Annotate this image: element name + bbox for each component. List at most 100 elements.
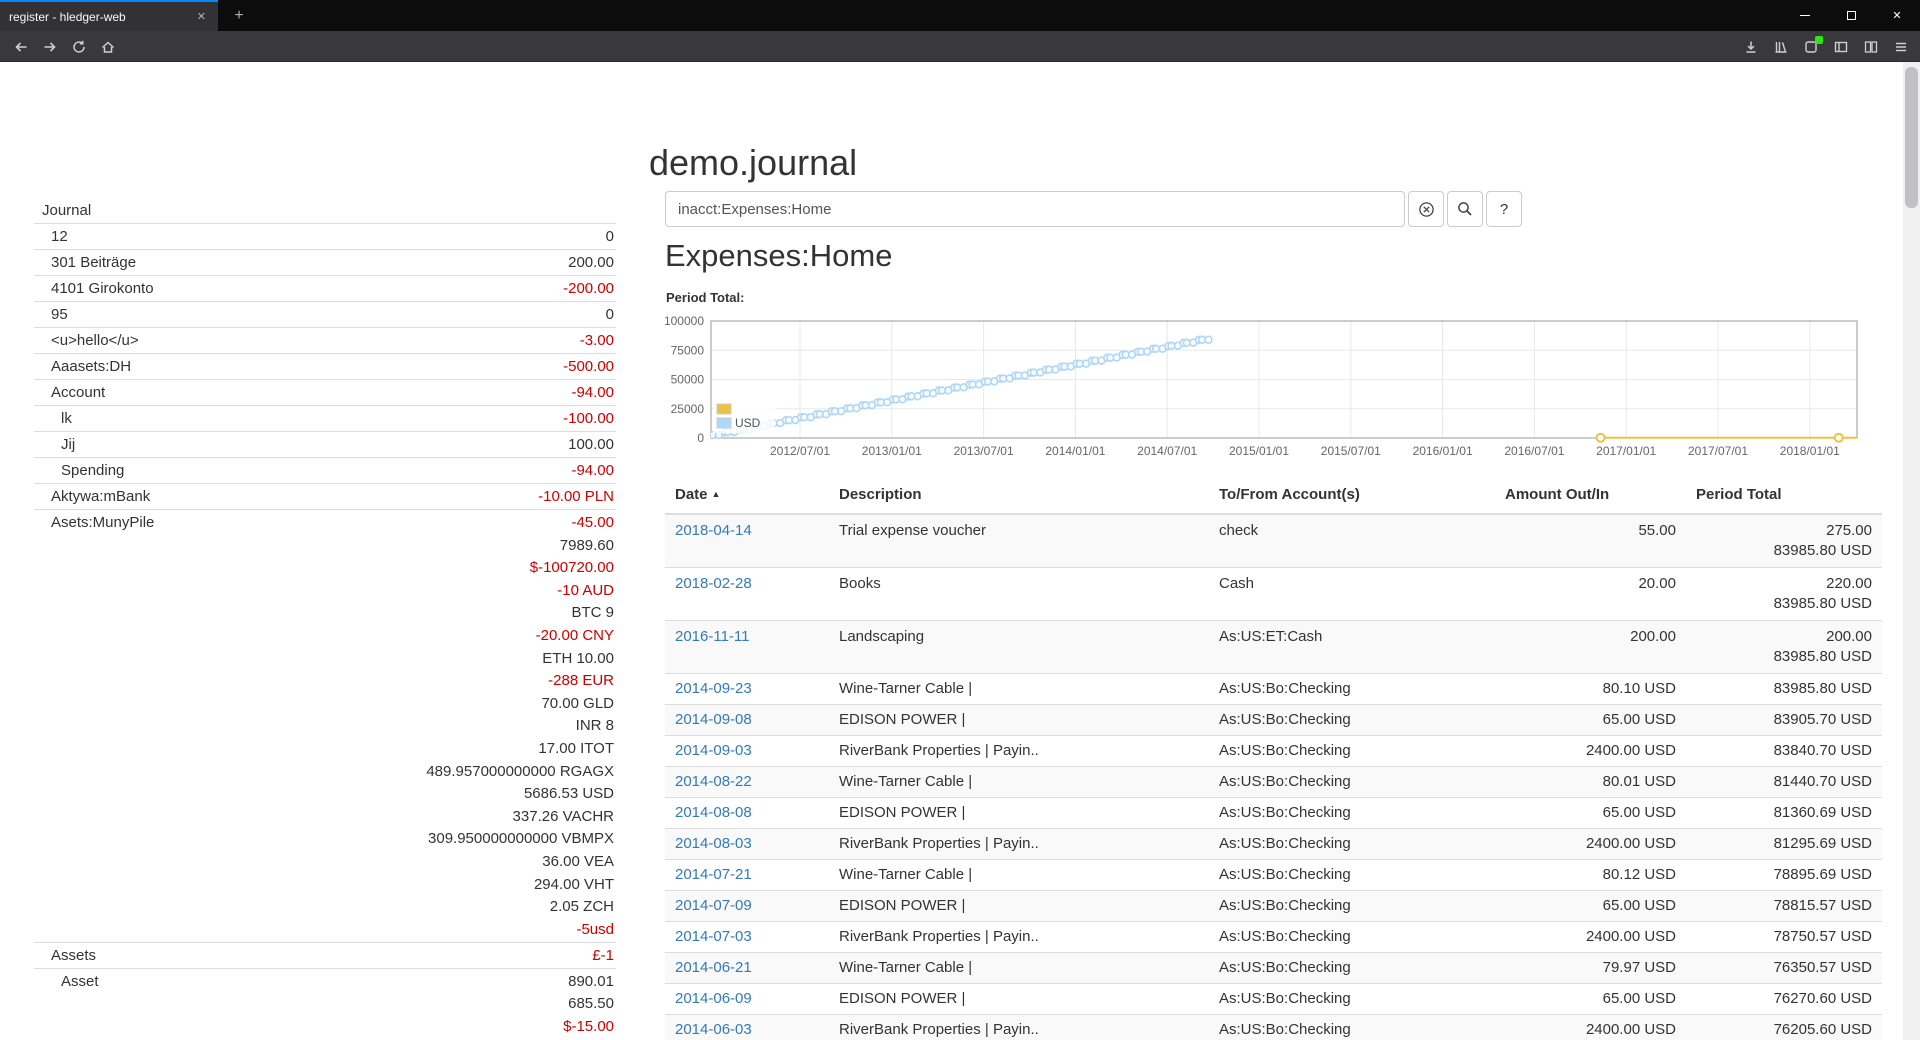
sidebar-account-row: Account-94.00	[34, 379, 616, 405]
register-row[interactable]: 2014-06-21Wine-Tarner Cable |As:US:Bo:Ch…	[665, 953, 1882, 984]
home-button[interactable]	[93, 34, 122, 60]
sidebar-account-row: Assets£-1	[34, 942, 616, 968]
amount-cell: 65.00 USD	[1495, 705, 1686, 736]
register-row[interactable]: 2018-04-14Trial expense vouchercheck55.0…	[665, 514, 1882, 568]
account-link[interactable]: Asset	[34, 972, 99, 1040]
search-submit-button[interactable]	[1447, 191, 1483, 227]
register-row[interactable]: 2014-09-08EDISON POWER |As:US:Bo:Checkin…	[665, 705, 1882, 736]
column-header-account[interactable]: To/From Account(s)	[1209, 476, 1495, 514]
sidebar-toggle-button[interactable]	[1832, 38, 1850, 55]
browser-tab[interactable]: register - hledger-web ✕	[0, 0, 218, 31]
transaction-date-link[interactable]: 2014-06-03	[675, 1021, 752, 1038]
transaction-date-link[interactable]: 2014-08-03	[675, 835, 752, 852]
column-header-description[interactable]: Description	[829, 476, 1209, 514]
account-link[interactable]: 301 Beiträge	[34, 253, 136, 273]
column-header-amount[interactable]: Amount Out/In	[1495, 476, 1686, 514]
page-scrollbar[interactable]	[1903, 62, 1920, 1040]
date-cell: 2016-11-11	[665, 621, 829, 674]
clear-query-button[interactable]	[1408, 191, 1444, 227]
account-link[interactable]: <u>hello</u>	[34, 331, 139, 351]
scrollbar-thumb[interactable]	[1905, 67, 1918, 208]
account-cell: As:US:Bo:Checking	[1209, 674, 1495, 705]
account-link[interactable]: 4101 Girokonto	[34, 279, 154, 299]
transaction-date-link[interactable]: 2014-08-22	[675, 773, 752, 790]
reload-button[interactable]	[64, 34, 93, 60]
description-cell: Books	[829, 568, 1209, 621]
register-row[interactable]: 2014-06-09EDISON POWER |As:US:Bo:Checkin…	[665, 984, 1882, 1015]
menu-button[interactable]	[1892, 38, 1910, 55]
register-row[interactable]: 2014-07-09EDISON POWER |As:US:Bo:Checkin…	[665, 891, 1882, 922]
minimize-button[interactable]	[1782, 0, 1828, 31]
extension-button[interactable]	[1802, 38, 1820, 55]
register-row[interactable]: 2014-09-03RiverBank Properties | Payin..…	[665, 736, 1882, 767]
help-button[interactable]: ?	[1486, 191, 1522, 227]
transaction-date-link[interactable]: 2014-07-21	[675, 866, 752, 883]
account-link[interactable]: Spending	[34, 461, 124, 481]
register-row[interactable]: 2014-09-23 Wine-Tarner Cable |As:US:Bo:Ch…	[665, 674, 1882, 705]
sidebar-icon	[1833, 39, 1849, 55]
account-cell: As:US:ET:Cash	[1209, 621, 1495, 674]
account-link[interactable]: Account	[34, 383, 105, 403]
account-link[interactable]: 95	[34, 305, 68, 325]
tab-close-icon[interactable]: ✕	[194, 8, 209, 25]
account-link[interactable]: Jij	[34, 435, 75, 455]
transaction-date-link[interactable]: 2014-09-08	[675, 711, 752, 728]
transaction-date-link[interactable]: 2014-06-21	[675, 959, 752, 976]
svg-text:2015/01/01: 2015/01/01	[1229, 444, 1289, 458]
register-row[interactable]: 2018-02-28BooksCash20.00220.0083985.80 U…	[665, 568, 1882, 621]
column-header-period-total[interactable]: Period Total	[1686, 476, 1882, 514]
transaction-date-link[interactable]: 2014-09-03	[675, 742, 752, 759]
transaction-date-link[interactable]: 2014-09-23	[675, 680, 752, 697]
query-input[interactable]	[665, 191, 1405, 227]
transaction-date-link[interactable]: 2014-08-08	[675, 804, 752, 821]
account-link[interactable]: Assets	[34, 946, 96, 966]
account-cell: As:US:Bo:Checking	[1209, 1015, 1495, 1040]
account-link[interactable]: Aaasets:DH	[34, 357, 131, 377]
sidebar-item-journal[interactable]: Journal	[34, 198, 616, 223]
account-cell: As:US:Bo:Checking	[1209, 705, 1495, 736]
forward-button[interactable]	[35, 34, 64, 60]
amount-cell: 79.97 USD	[1495, 953, 1686, 984]
close-button[interactable]: ✕	[1874, 0, 1920, 31]
account-link[interactable]: lk	[34, 409, 72, 429]
account-link[interactable]: Aktywa:mBank	[34, 487, 150, 507]
transaction-date-link[interactable]: 2018-04-14	[675, 522, 752, 539]
account-heading: Expenses:Home	[665, 238, 892, 274]
register-row[interactable]: 2014-07-03RiverBank Properties | Payin..…	[665, 922, 1882, 953]
account-balance: 890.01685.50$-15.00-10 AUD	[99, 972, 614, 1040]
pages-button[interactable]	[1862, 38, 1880, 55]
date-cell: 2014-08-03	[665, 829, 829, 860]
svg-text:2017/01/01: 2017/01/01	[1596, 444, 1656, 458]
account-balance: -100.00	[72, 409, 614, 429]
account-balance: £-1	[96, 946, 614, 966]
library-button[interactable]	[1772, 38, 1790, 55]
register-row[interactable]: 2014-07-21Wine-Tarner Cable |As:US:Bo:Ch…	[665, 860, 1882, 891]
account-cell: As:US:Bo:Checking	[1209, 860, 1495, 891]
description-cell: Wine-Tarner Cable |	[829, 674, 1209, 705]
period-total-cell: 81440.70 USD	[1686, 767, 1882, 798]
account-link[interactable]: Asets:MunyPile	[34, 513, 154, 940]
transaction-date-link[interactable]: 2016-11-11	[675, 628, 750, 645]
transaction-date-link[interactable]: 2014-07-09	[675, 897, 752, 914]
transaction-date-link[interactable]: 2014-07-03	[675, 928, 752, 945]
new-tab-button[interactable]: +	[226, 5, 252, 27]
register-row[interactable]: 2014-08-08EDISON POWER |As:US:Bo:Checkin…	[665, 798, 1882, 829]
period-total-cell: 76350.57 USD	[1686, 953, 1882, 984]
transaction-date-link[interactable]: 2018-02-28	[675, 575, 752, 592]
page-content: demo.journal Journal 120301 Beiträge200.…	[0, 62, 1920, 1040]
back-button[interactable]	[6, 34, 35, 60]
sidebar-account-row: Jij100.00	[34, 431, 616, 457]
register-row[interactable]: 2014-08-22Wine-Tarner Cable |As:US:Bo:Ch…	[665, 767, 1882, 798]
period-total-cell: 81360.69 USD	[1686, 798, 1882, 829]
register-row[interactable]: 2014-08-03RiverBank Properties | Payin..…	[665, 829, 1882, 860]
transaction-date-link[interactable]: 2014-06-09	[675, 990, 752, 1007]
register-row[interactable]: 2014-06-03RiverBank Properties | Payin..…	[665, 1015, 1882, 1040]
maximize-button[interactable]	[1828, 0, 1874, 31]
register-row[interactable]: 2016-11-11LandscapingAs:US:ET:Cash200.00…	[665, 621, 1882, 674]
date-cell: 2014-08-22	[665, 767, 829, 798]
svg-text:2012/07/01: 2012/07/01	[770, 444, 830, 458]
account-link[interactable]: 12	[34, 227, 68, 247]
column-header-date[interactable]: Date▲	[665, 476, 829, 514]
download-button[interactable]	[1742, 38, 1760, 55]
period-total-cell: 81295.69 USD	[1686, 829, 1882, 860]
